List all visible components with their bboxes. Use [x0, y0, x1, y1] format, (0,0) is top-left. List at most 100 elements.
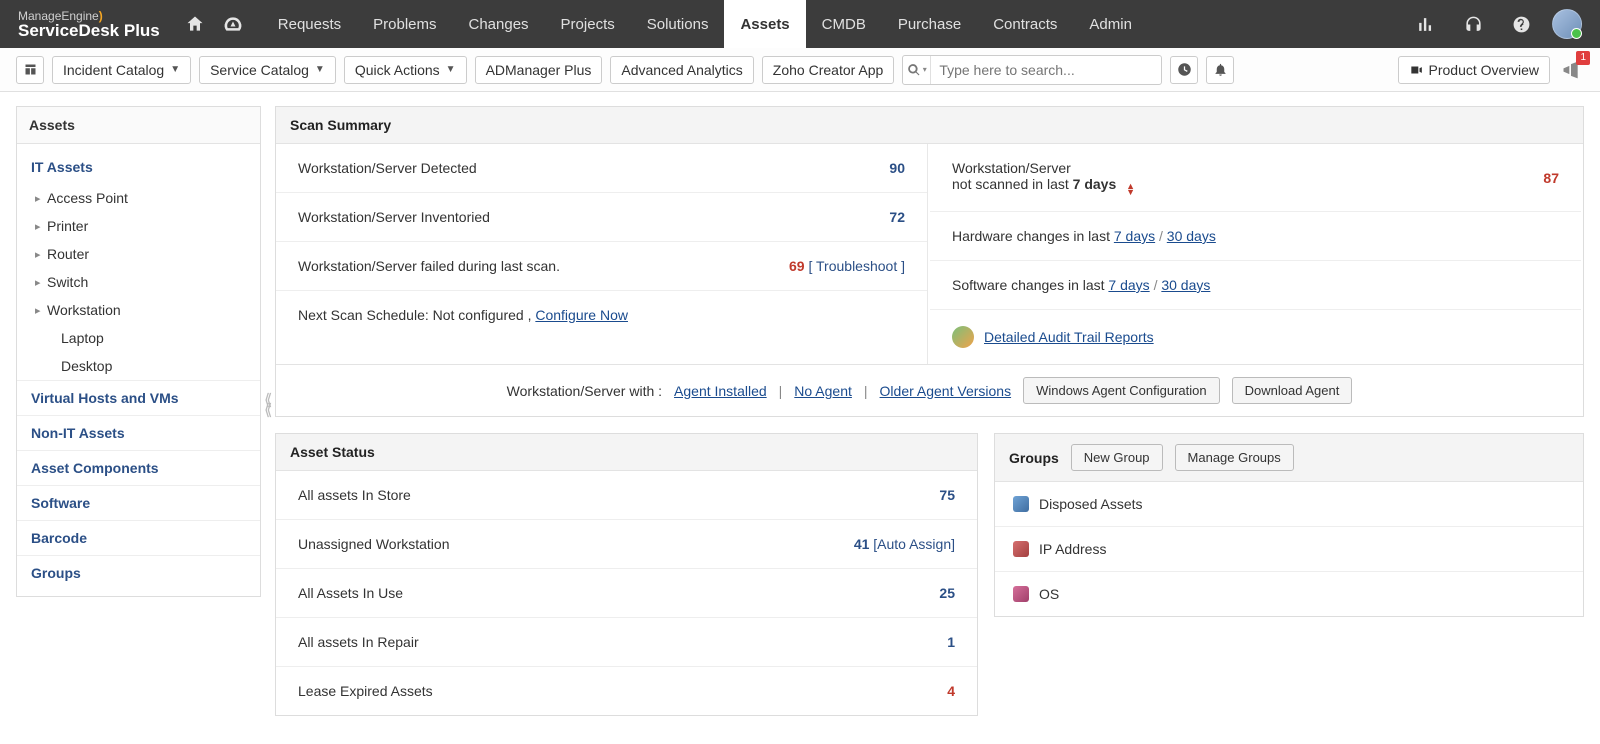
- new-group-button[interactable]: New Group: [1071, 444, 1163, 471]
- nav-tab-assets[interactable]: Assets: [724, 0, 805, 48]
- row-label: All assets In Store: [298, 487, 411, 503]
- configure-now-link[interactable]: Configure Now: [535, 307, 628, 323]
- row-label: Software changes in last: [952, 277, 1105, 293]
- product-overview-label: Product Overview: [1429, 62, 1539, 78]
- row-value[interactable]: 75: [939, 487, 955, 503]
- manage-groups-button[interactable]: Manage Groups: [1175, 444, 1294, 471]
- no-agent-link[interactable]: No Agent: [794, 383, 852, 399]
- agent-installed-link[interactable]: Agent Installed: [674, 383, 767, 399]
- sidebar-group-components[interactable]: Asset Components: [17, 450, 260, 485]
- tree-label: Access Point: [47, 190, 128, 206]
- days-label: 7 days: [1073, 176, 1117, 192]
- scan-failed-row: Workstation/Server failed during last sc…: [276, 242, 927, 291]
- nav-tab-contracts[interactable]: Contracts: [977, 0, 1073, 48]
- sidebar-group-barcode[interactable]: Barcode: [17, 520, 260, 555]
- chart-icon[interactable]: [1408, 7, 1442, 41]
- download-agent-button[interactable]: Download Agent: [1232, 377, 1353, 404]
- advanced-analytics-button[interactable]: Advanced Analytics: [610, 56, 753, 84]
- tree-desktop[interactable]: Desktop: [17, 352, 260, 380]
- nav-tab-admin[interactable]: Admin: [1073, 0, 1148, 48]
- tree-printer[interactable]: ▸Printer: [17, 212, 260, 240]
- recent-items-icon[interactable]: [1170, 56, 1198, 84]
- nav-tab-projects[interactable]: Projects: [545, 0, 631, 48]
- row-value[interactable]: 41: [854, 536, 870, 552]
- brand-bottom-text: ServiceDesk Plus: [18, 22, 160, 39]
- sort-icon[interactable]: ▲▼: [1126, 183, 1135, 195]
- sidebar-group-it-assets[interactable]: IT Assets: [17, 150, 260, 184]
- notification-bell-icon[interactable]: [1206, 56, 1234, 84]
- lower-row: Asset Status All assets In Store 75 Unas…: [275, 433, 1584, 716]
- sidebar-group-virtual-hosts[interactable]: Virtual Hosts and VMs: [17, 380, 260, 415]
- tree-router[interactable]: ▸Router: [17, 240, 260, 268]
- audit-trail-link[interactable]: Detailed Audit Trail Reports: [984, 329, 1154, 345]
- group-item-os[interactable]: OS: [995, 572, 1583, 616]
- row-label: Workstation/Server failed during last sc…: [298, 258, 560, 274]
- headset-icon[interactable]: [1456, 7, 1490, 41]
- scan-summary-title: Scan Summary: [276, 107, 1583, 144]
- asset-status-panel: Asset Status All assets In Store 75 Unas…: [275, 433, 978, 716]
- hw-30days-link[interactable]: 30 days: [1167, 228, 1216, 244]
- group-item-disposed[interactable]: Disposed Assets: [995, 482, 1583, 527]
- row-label: Workstation/Server: [952, 160, 1071, 176]
- row-label: Hardware changes in last: [952, 228, 1110, 244]
- tree-switch[interactable]: ▸Switch: [17, 268, 260, 296]
- tree-access-point[interactable]: ▸Access Point: [17, 184, 260, 212]
- groups-title: Groups: [1009, 450, 1059, 466]
- search-scope-dropdown[interactable]: ▾: [903, 56, 931, 84]
- windows-agent-config-button[interactable]: Windows Agent Configuration: [1023, 377, 1220, 404]
- footer-label: Workstation/Server with :: [507, 383, 662, 399]
- nav-tab-cmdb[interactable]: CMDB: [806, 0, 882, 48]
- sidebar-group-software[interactable]: Software: [17, 485, 260, 520]
- nav-tab-changes[interactable]: Changes: [453, 0, 545, 48]
- row-value[interactable]: 69: [789, 258, 805, 274]
- groups-panel: Groups New Group Manage Groups Disposed …: [994, 433, 1584, 617]
- service-catalog-dropdown[interactable]: Service Catalog▼: [199, 56, 336, 84]
- sidebar-group-groups[interactable]: Groups: [17, 555, 260, 590]
- sw-30days-link[interactable]: 30 days: [1161, 277, 1210, 293]
- tree-workstation[interactable]: ▸Workstation: [17, 296, 260, 324]
- service-catalog-label: Service Catalog: [210, 62, 309, 78]
- auto-assign-link[interactable]: [Auto Assign]: [873, 536, 955, 552]
- scan-schedule-row: Next Scan Schedule: Not configured , Con…: [276, 291, 927, 339]
- row-value[interactable]: 1: [947, 634, 955, 650]
- older-agent-link[interactable]: Older Agent Versions: [880, 383, 1012, 399]
- search-input[interactable]: [931, 62, 1161, 78]
- notification-badge: 1: [1576, 51, 1590, 65]
- sidebar-group-non-it[interactable]: Non-IT Assets: [17, 415, 260, 450]
- row-value[interactable]: 90: [889, 160, 905, 176]
- collapse-handle-icon[interactable]: ⟨⟨⟨⟨: [264, 396, 268, 416]
- quick-actions-dropdown[interactable]: Quick Actions▼: [344, 56, 467, 84]
- row-value[interactable]: 87: [1543, 170, 1559, 186]
- zoho-creator-button[interactable]: Zoho Creator App: [762, 56, 895, 84]
- gauge-icon[interactable]: [216, 7, 250, 41]
- tree-laptop[interactable]: Laptop: [17, 324, 260, 352]
- row-label: All assets In Repair: [298, 634, 419, 650]
- row-value[interactable]: 4: [947, 683, 955, 699]
- row-label: Lease Expired Assets: [298, 683, 433, 699]
- global-search[interactable]: ▾: [902, 55, 1162, 85]
- home-icon[interactable]: [178, 7, 212, 41]
- hw-changes-row: Hardware changes in last 7 days / 30 day…: [930, 212, 1581, 261]
- group-item-ip[interactable]: IP Address: [995, 527, 1583, 572]
- product-overview-button[interactable]: Product Overview: [1398, 56, 1550, 84]
- announcement-icon[interactable]: 1: [1558, 57, 1584, 83]
- nav-tab-solutions[interactable]: Solutions: [631, 0, 725, 48]
- user-avatar[interactable]: [1552, 9, 1582, 39]
- sw-7days-link[interactable]: 7 days: [1108, 277, 1149, 293]
- help-icon[interactable]: [1504, 7, 1538, 41]
- tree-label: Workstation: [47, 302, 121, 318]
- hw-7days-link[interactable]: 7 days: [1114, 228, 1155, 244]
- group-label: Disposed Assets: [1039, 496, 1143, 512]
- incident-catalog-dropdown[interactable]: Incident Catalog▼: [52, 56, 191, 84]
- row-value[interactable]: 72: [889, 209, 905, 225]
- admanager-button[interactable]: ADManager Plus: [475, 56, 603, 84]
- nav-tab-purchase[interactable]: Purchase: [882, 0, 977, 48]
- top-right-actions: [1408, 7, 1582, 41]
- nav-tab-requests[interactable]: Requests: [262, 0, 357, 48]
- caret-right-icon: ▸: [35, 248, 47, 261]
- template-icon[interactable]: [16, 56, 44, 84]
- troubleshoot-link[interactable]: [ Troubleshoot ]: [808, 258, 905, 274]
- row-value[interactable]: 25: [939, 585, 955, 601]
- nav-tab-problems[interactable]: Problems: [357, 0, 452, 48]
- row-label: Workstation/Server Detected: [298, 160, 477, 176]
